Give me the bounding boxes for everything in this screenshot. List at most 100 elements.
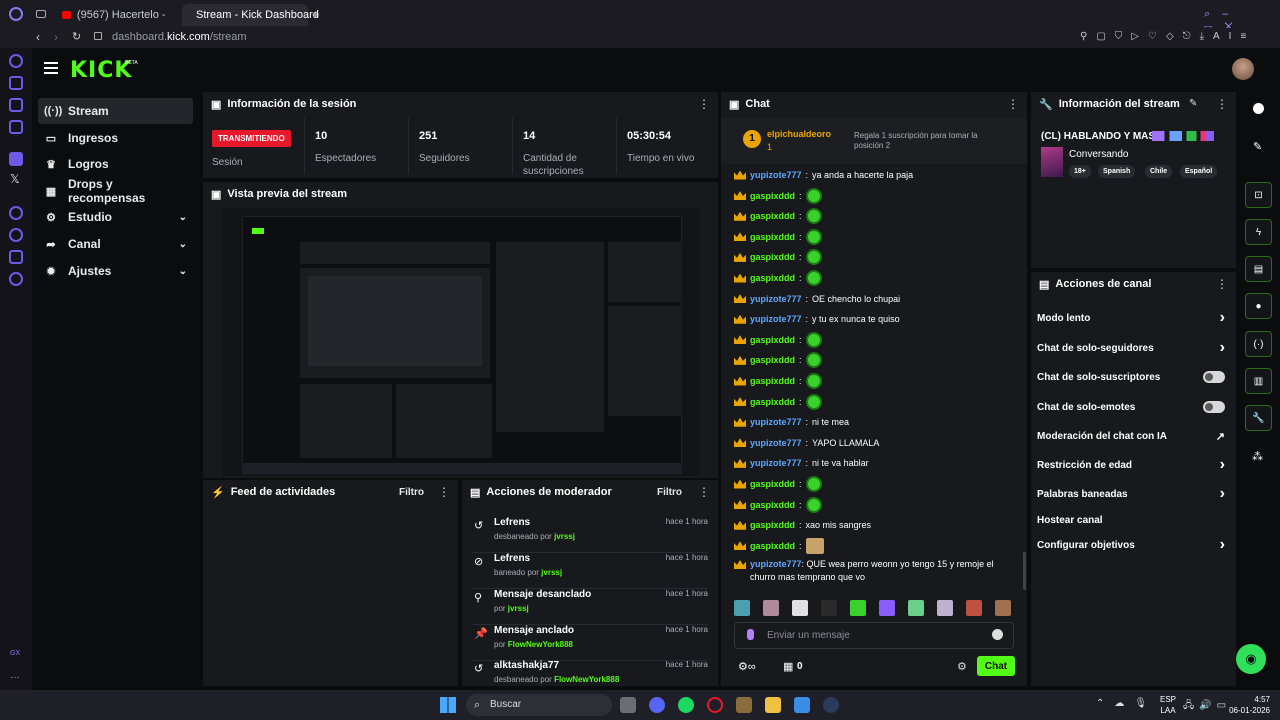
chat-username[interactable]: gaspixddd	[750, 500, 795, 510]
modactions-menu-button[interactable]: ⋮	[698, 485, 710, 499]
steam-icon[interactable]	[823, 697, 839, 713]
stream-preview-video[interactable]	[222, 208, 700, 476]
channel-action-item[interactable]: Chat de solo-suscriptores	[1037, 366, 1229, 388]
chat-username[interactable]: gaspixddd	[750, 252, 795, 262]
chat-username[interactable]: yupizote777	[750, 314, 802, 324]
explorer-icon[interactable]	[765, 697, 781, 713]
chat-username[interactable]: gaspixddd	[750, 335, 795, 345]
gift-icon[interactable]: ▦	[783, 660, 793, 673]
streaminfo-menu-button[interactable]: ⋮	[1216, 97, 1228, 111]
tab-youtube[interactable]: (9567) Hacertelo - YouTu	[54, 4, 176, 26]
opera-logo-icon[interactable]	[9, 7, 23, 21]
list-item[interactable]: 📌 Mensaje anclado por FlowNewYork888 hace 1…	[472, 625, 708, 661]
lang-indicator[interactable]: ESP LAA	[1160, 694, 1176, 716]
twitch-sidebar-icon[interactable]	[9, 152, 23, 166]
activity-menu-button[interactable]: ⋮	[438, 485, 450, 499]
chat-input[interactable]: Enviar un mensaje	[734, 622, 1014, 649]
avatar[interactable]	[1232, 58, 1254, 80]
extensions-sidebar-icon[interactable]	[9, 250, 23, 264]
emoji-icon[interactable]	[992, 629, 1003, 640]
extensions-icon[interactable]: ◇	[1166, 31, 1183, 42]
list-item[interactable]: ⚲ Mensaje desanclado por jvrssj hace 1 hora	[472, 589, 708, 625]
windows-start-icon[interactable]	[440, 697, 456, 713]
clock[interactable]: 4:57 06-01-2026	[1226, 694, 1270, 716]
nav-drops[interactable]: ▦ Drops y recompensas	[38, 177, 193, 205]
history-sidebar-icon[interactable]	[9, 228, 23, 242]
quick-edit-icon[interactable]: ✎	[1253, 140, 1262, 153]
quick-layout-button[interactable]: ▥	[1245, 368, 1272, 394]
channel-action-item[interactable]: Chat de solo-emotes	[1037, 396, 1229, 418]
emote-shortcut[interactable]	[879, 600, 895, 616]
channel-action-item[interactable]: Chat de solo-seguidores ›	[1037, 337, 1229, 359]
more-sidebar-icon[interactable]: …	[10, 670, 20, 681]
chat-scrollbar[interactable]	[1023, 552, 1026, 590]
settings-sidebar-icon[interactable]	[9, 272, 23, 286]
quick-wrench-button[interactable]: 🔧	[1245, 405, 1272, 431]
chat-username[interactable]: gaspixddd	[750, 397, 795, 407]
chat-settings-icon[interactable]: ⚙	[957, 660, 967, 673]
player-sidebar-icon[interactable]	[9, 206, 23, 220]
spotify-icon[interactable]	[678, 697, 694, 713]
toggle-switch[interactable]	[1203, 371, 1225, 383]
nav-ingresos[interactable]: ▭ Ingresos	[38, 125, 193, 151]
channel-action-item[interactable]: Hostear canal	[1037, 509, 1229, 531]
quick-bolt-button[interactable]: ϟ	[1245, 219, 1272, 245]
emote-shortcut[interactable]	[995, 600, 1011, 616]
discord-icon[interactable]	[649, 697, 665, 713]
new-tab-button[interactable]: +	[312, 7, 320, 22]
chat-username[interactable]: gaspixddd	[750, 211, 795, 221]
emote-shortcut[interactable]	[763, 600, 779, 616]
category-name[interactable]: Conversando	[1069, 149, 1128, 160]
chat-username[interactable]: gaspixddd	[750, 520, 795, 530]
play-icon[interactable]: ▷	[1131, 31, 1148, 42]
hamburger-menu-icon[interactable]	[44, 62, 58, 74]
quick-more-icon[interactable]: ⁂	[1252, 450, 1263, 463]
chat-username[interactable]: yupizote777	[750, 458, 802, 468]
aria-sidebar-icon[interactable]	[9, 54, 23, 68]
quick-broadcast-button[interactable]: (·)	[1245, 331, 1272, 357]
nav-estudio[interactable]: ⚙ Estudio ⌄	[38, 204, 193, 230]
shield-icon[interactable]: ⛉	[1115, 31, 1132, 42]
search-tabs-icon[interactable]: ⌕	[1204, 8, 1222, 20]
channel-action-item[interactable]: Palabras baneadas ›	[1037, 483, 1229, 505]
chat-username[interactable]: gaspixddd	[750, 479, 795, 489]
chat-username[interactable]: gaspixddd	[750, 191, 795, 201]
list-item[interactable]: ⊘ Lefrens baneado por jvrssj hace 1 hora	[472, 553, 708, 589]
emote-shortcut[interactable]	[734, 600, 750, 616]
nav-canal[interactable]: ➦ Canal ⌄	[38, 231, 193, 257]
emote-shortcut[interactable]	[850, 600, 866, 616]
back-icon[interactable]: ‹	[36, 30, 40, 44]
tab-island-icon[interactable]	[36, 10, 46, 18]
app-taskbar-icon[interactable]	[736, 697, 752, 713]
whatsapp-sidebar-icon[interactable]	[9, 98, 23, 112]
chat-username[interactable]: yupizote777	[750, 170, 802, 180]
download-icon[interactable]: ⤓	[1200, 31, 1213, 42]
messenger-sidebar-icon[interactable]	[9, 76, 23, 90]
channel-action-item[interactable]: Restricción de edad ›	[1037, 454, 1229, 476]
toggle-switch[interactable]	[1203, 401, 1225, 413]
chat-username[interactable]: gaspixddd	[750, 273, 795, 283]
music-sidebar-icon[interactable]	[9, 120, 23, 134]
nav-ajustes[interactable]: ✹ Ajustes ⌄	[38, 258, 193, 284]
points-icon[interactable]: ⚙∞	[738, 660, 756, 673]
chat-username[interactable]: gaspixddd	[750, 541, 795, 551]
edit-icon[interactable]: ✎	[1189, 98, 1197, 109]
screenshot-icon[interactable]: ▢	[1096, 31, 1114, 42]
session-menu-button[interactable]: ⋮	[698, 97, 710, 111]
store-icon[interactable]	[794, 697, 810, 713]
tray-status-icons[interactable]: 🖧🔊▭	[1183, 698, 1231, 715]
chat-username[interactable]: gaspixddd	[750, 376, 795, 386]
chat-username[interactable]: gaspixddd	[750, 355, 795, 365]
emote-shortcut[interactable]	[908, 600, 924, 616]
chat-menu-button[interactable]: ⋮	[1007, 97, 1019, 111]
forward-icon[interactable]: ›	[54, 30, 58, 44]
pin-toolbar-icon[interactable]: ⚲	[1080, 31, 1096, 42]
channel-action-item[interactable]: Modo lento ›	[1037, 307, 1229, 329]
chat-username[interactable]: yupizote777	[750, 438, 802, 448]
emote-shortcut[interactable]	[966, 600, 982, 616]
emote-shortcut[interactable]	[821, 600, 837, 616]
aria-ai-icon[interactable]: AI	[1213, 31, 1240, 42]
emote-shortcut[interactable]	[792, 600, 808, 616]
taskbar-search[interactable]: ⌕ Buscar	[466, 694, 612, 716]
menu-icon[interactable]: ≡	[1240, 31, 1255, 42]
